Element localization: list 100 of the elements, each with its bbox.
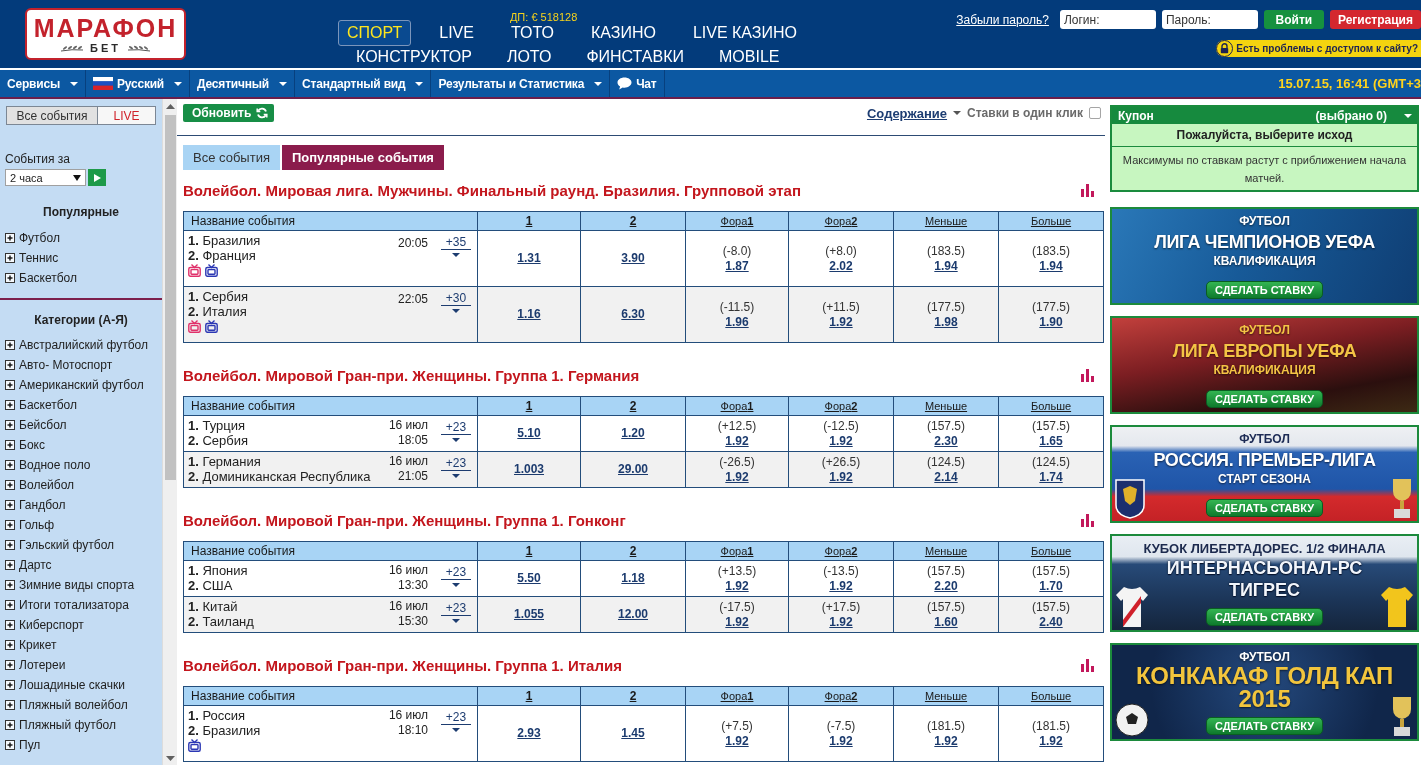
- team-name[interactable]: 2. Сербия: [188, 433, 249, 448]
- bar-chart-icon[interactable]: [1081, 514, 1094, 527]
- place-bet-button[interactable]: СДЕЛАТЬ СТАВКУ: [1205, 608, 1324, 626]
- go-button[interactable]: [88, 169, 106, 186]
- access-help-link[interactable]: Есть проблемы с доступом к сайту?: [1216, 40, 1421, 57]
- odds-link[interactable]: 5.10: [517, 426, 541, 441]
- more-bets-link[interactable]: +23: [441, 420, 471, 446]
- column-header[interactable]: Больше: [998, 541, 1104, 561]
- sport-category-item[interactable]: Американский футбол: [0, 375, 144, 395]
- odds-link[interactable]: 1.92: [725, 433, 749, 449]
- nav-tab[interactable]: СПОРТ: [338, 20, 412, 46]
- sport-category-item[interactable]: Лотереи: [0, 655, 66, 675]
- odds-link[interactable]: 1.90: [1039, 314, 1063, 330]
- sport-category-item[interactable]: Баскетбол: [0, 395, 77, 415]
- team-name[interactable]: 2. Доминиканская Республика: [188, 469, 371, 484]
- odds-link[interactable]: 1.87: [725, 258, 749, 274]
- nav-tab[interactable]: LIVE КАЗИНО: [683, 20, 806, 46]
- scroll-up-icon[interactable]: [165, 104, 175, 109]
- language-menu[interactable]: Русский: [85, 70, 191, 97]
- promo-banner[interactable]: ФУТБОЛ ЛИГА ЧЕМПИОНОВ УЕФА КВАЛИФИКАЦИЯ СДЕЛАТЬ СТАВКУ: [1110, 207, 1419, 305]
- sport-category-item[interactable]: Авто- Мотоспорт: [0, 355, 113, 375]
- sport-category-item[interactable]: Бокс: [0, 435, 45, 455]
- sport-category-item[interactable]: Футбол: [0, 228, 60, 248]
- column-header[interactable]: Фора1: [685, 211, 789, 231]
- odds-link[interactable]: 3.90: [621, 251, 645, 266]
- sport-category-item[interactable]: Пляжный волейбол: [0, 695, 128, 715]
- odds-link[interactable]: 1.92: [725, 614, 749, 630]
- promo-banner[interactable]: ФУТБОЛ РОССИЯ. ПРЕМЬЕР-ЛИГА СТАРТ СЕЗОНА СДЕЛАТЬ СТАВКУ: [1110, 425, 1419, 523]
- register-button[interactable]: Регистрация: [1329, 10, 1421, 29]
- column-header[interactable]: Меньше: [893, 541, 999, 561]
- league-title[interactable]: Волейбол. Мировой Гран-при. Женщины. Группа 1. Германия: [183, 367, 640, 384]
- odds-link[interactable]: 1.94: [934, 258, 958, 274]
- sidebar-tab[interactable]: Все события: [7, 107, 97, 124]
- team-name[interactable]: 2. Италия: [188, 304, 247, 319]
- odds-link[interactable]: 1.92: [934, 733, 958, 749]
- nav-tab[interactable]: LIVE: [430, 20, 483, 46]
- tv-icon[interactable]: [188, 739, 201, 752]
- column-header[interactable]: 1: [477, 541, 581, 561]
- odds-link[interactable]: 1.92: [829, 314, 853, 330]
- odds-link[interactable]: 2.93: [517, 726, 541, 741]
- sport-category-item[interactable]: Крикет: [0, 635, 57, 655]
- column-header[interactable]: 1: [477, 686, 581, 706]
- column-header[interactable]: 2: [580, 686, 686, 706]
- nav-tab[interactable]: КАЗИНО: [581, 20, 665, 46]
- logo[interactable]: МАРАФОН БЕТ: [25, 8, 186, 60]
- odds-link[interactable]: 1.92: [829, 733, 853, 749]
- odds-link[interactable]: 2.14: [934, 469, 958, 485]
- odds-link[interactable]: 2.02: [829, 258, 853, 274]
- odds-link[interactable]: 1.70: [1039, 578, 1063, 594]
- column-header[interactable]: Больше: [998, 396, 1104, 416]
- nav-tab[interactable]: ЛОТО: [497, 46, 561, 68]
- bar-chart-icon[interactable]: [1081, 369, 1094, 382]
- nav-tab[interactable]: ФИНСТАВКИ: [577, 46, 694, 68]
- period-select[interactable]: 2 часа: [5, 169, 86, 186]
- team-name[interactable]: 1. Россия: [188, 708, 246, 723]
- sport-category-item[interactable]: Гандбол: [0, 495, 66, 515]
- more-bets-link[interactable]: +30: [441, 291, 471, 317]
- more-bets-link[interactable]: +35: [441, 235, 471, 261]
- place-bet-button[interactable]: СДЕЛАТЬ СТАВКУ: [1205, 390, 1324, 408]
- sport-category-item[interactable]: Бейсбол: [0, 415, 67, 435]
- odds-link[interactable]: 5.50: [517, 571, 541, 586]
- column-header[interactable]: Фора2: [788, 396, 894, 416]
- sport-category-item[interactable]: Гэльский футбол: [0, 535, 115, 555]
- column-header[interactable]: Фора1: [685, 686, 789, 706]
- odds-link[interactable]: 29.00: [618, 462, 648, 477]
- odds-link[interactable]: 1.003: [514, 462, 544, 477]
- odds-link[interactable]: 1.92: [725, 469, 749, 485]
- odds-link[interactable]: 1.98: [934, 314, 958, 330]
- promo-banner[interactable]: КУБОК ЛИБЕРТАДОРЕС. 1/2 ФИНАЛА ИНТЕРНАСЬОНАЛ-РС ТИГРЕС СДЕЛАТЬ СТАВКУ: [1110, 534, 1419, 632]
- nav-tab[interactable]: КОНСТРУКТОР: [347, 46, 481, 68]
- password-field[interactable]: Пароль:: [1161, 10, 1258, 29]
- tv-icon[interactable]: [205, 320, 218, 333]
- column-header[interactable]: Фора2: [788, 211, 894, 231]
- odds-link[interactable]: 1.92: [829, 614, 853, 630]
- sport-category-item[interactable]: Киберспорт: [0, 615, 84, 635]
- tv-icon[interactable]: [188, 320, 201, 333]
- column-header[interactable]: Меньше: [893, 686, 999, 706]
- sport-category-item[interactable]: Гольф: [0, 515, 55, 535]
- more-bets-link[interactable]: +23: [441, 565, 471, 591]
- place-bet-button[interactable]: СДЕЛАТЬ СТАВКУ: [1205, 717, 1324, 735]
- team-name[interactable]: 2. Бразилия: [188, 723, 261, 738]
- team-name[interactable]: 1. Бразилия: [188, 233, 261, 248]
- dropdown-menu[interactable]: Результаты и Статистика: [431, 70, 611, 97]
- league-title[interactable]: Волейбол. Мировой Гран-при. Женщины. Группа 1. Италия: [183, 657, 622, 674]
- place-bet-button[interactable]: СДЕЛАТЬ СТАВКУ: [1205, 499, 1324, 517]
- odds-link[interactable]: 1.74: [1039, 469, 1063, 485]
- more-bets-link[interactable]: +23: [441, 710, 471, 736]
- column-header[interactable]: Фора1: [685, 541, 789, 561]
- column-header[interactable]: Меньше: [893, 211, 999, 231]
- odds-link[interactable]: 1.92: [1039, 733, 1063, 749]
- sport-category-item[interactable]: Пул: [0, 735, 41, 755]
- column-header[interactable]: Фора1: [685, 396, 789, 416]
- odds-link[interactable]: 1.94: [1039, 258, 1063, 274]
- column-header[interactable]: 1: [477, 211, 581, 231]
- odds-link[interactable]: 2.40: [1039, 614, 1063, 630]
- team-name[interactable]: 1. Япония: [188, 563, 248, 578]
- team-name[interactable]: 2. Франция: [188, 248, 256, 263]
- odds-link[interactable]: 1.65: [1039, 433, 1063, 449]
- team-name[interactable]: 1. Китай: [188, 599, 238, 614]
- refresh-button[interactable]: Обновить: [183, 104, 275, 122]
